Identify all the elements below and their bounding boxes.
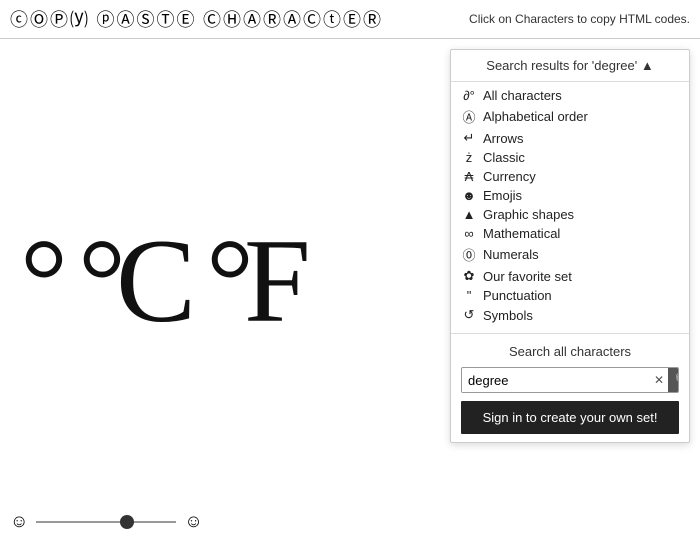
slider-large-icon: ☺	[184, 511, 202, 532]
header-hint: Click on Characters to copy HTML codes.	[469, 12, 690, 26]
category-icon: ⓪	[461, 245, 477, 264]
category-label: Numerals	[483, 247, 539, 262]
category-list-item[interactable]: " Punctuation	[451, 286, 689, 305]
search-input-container[interactable]: ✕ 🔍	[461, 367, 679, 393]
category-list-item[interactable]: ↵ Arrows	[451, 128, 689, 148]
category-label: Symbols	[483, 308, 533, 323]
category-label: Emojis	[483, 188, 522, 203]
category-icon: ☻	[461, 188, 477, 203]
search-input[interactable]	[462, 369, 650, 392]
slider-small-icon: ☺	[10, 511, 28, 532]
category-icon: "	[461, 288, 477, 303]
category-icon: ∞	[461, 226, 477, 241]
search-dropdown-panel: Search results for 'degree' ▲ ∂° All char…	[450, 49, 690, 443]
site-logo: ⓒⓄⓅ⒴ ⓟⒶⓈⓉⒺ ⒸⒽⒶⓇⒶⒸⓣⒺⓇ	[10, 6, 383, 32]
sign-in-button[interactable]: Sign in to create your own set!	[461, 401, 679, 434]
category-label: Our favorite set	[483, 269, 572, 284]
category-list-item[interactable]: ▲ Graphic shapes	[451, 205, 689, 224]
search-go-button[interactable]: 🔍	[668, 368, 679, 392]
category-icon: ↺	[461, 307, 477, 323]
search-results-header[interactable]: Search results for 'degree' ▲	[451, 50, 689, 82]
category-label: Graphic shapes	[483, 207, 574, 222]
category-list-item[interactable]: ₳ Currency	[451, 167, 689, 186]
header: ⓒⓄⓅ⒴ ⓟⒶⓈⓉⒺ ⒸⒽⒶⓇⒶⒸⓣⒺⓇ Click on Characters…	[0, 0, 700, 39]
category-list-item[interactable]: Ⓐ Alphabetical order	[451, 105, 689, 128]
category-list-item[interactable]: ✿ Our favorite set	[451, 266, 689, 286]
category-icon: ż	[461, 150, 477, 165]
category-icon: ▲	[461, 207, 477, 222]
main-area: ° °C °F ☺ ☺ Search results for 'degree' …	[0, 39, 700, 552]
slider-thumb[interactable]	[120, 515, 134, 529]
category-list-item[interactable]: ☻ Emojis	[451, 186, 689, 205]
category-icon: ✿	[461, 268, 477, 284]
category-icon: ∂°	[461, 88, 477, 103]
category-list-item[interactable]: ∞ Mathematical	[451, 224, 689, 243]
category-label: Punctuation	[483, 288, 552, 303]
category-list: ∂° All characters Ⓐ Alphabetical order ↵ Arro…	[451, 82, 689, 329]
category-list-item[interactable]: ∂° All characters	[451, 86, 689, 105]
divider	[451, 333, 689, 334]
category-list-item[interactable]: ż Classic	[451, 148, 689, 167]
search-all-label: Search all characters	[451, 338, 689, 363]
category-label: Currency	[483, 169, 536, 184]
category-icon: ↵	[461, 130, 477, 146]
category-label: Alphabetical order	[483, 109, 588, 124]
category-list-item[interactable]: ⓪ Numerals	[451, 243, 689, 266]
category-label: Mathematical	[483, 226, 560, 241]
slider-track[interactable]	[36, 521, 176, 523]
category-label: All characters	[483, 88, 562, 103]
search-clear-button[interactable]: ✕	[650, 373, 668, 387]
category-icon: ₳	[461, 169, 477, 184]
category-list-item[interactable]: ↺ Symbols	[451, 305, 689, 325]
category-label: Classic	[483, 150, 525, 165]
big-character-display: ° °C °F	[20, 212, 301, 350]
category-label: Arrows	[483, 131, 523, 146]
size-slider-container[interactable]: ☺ ☺	[10, 511, 203, 532]
category-icon: Ⓐ	[461, 107, 477, 126]
